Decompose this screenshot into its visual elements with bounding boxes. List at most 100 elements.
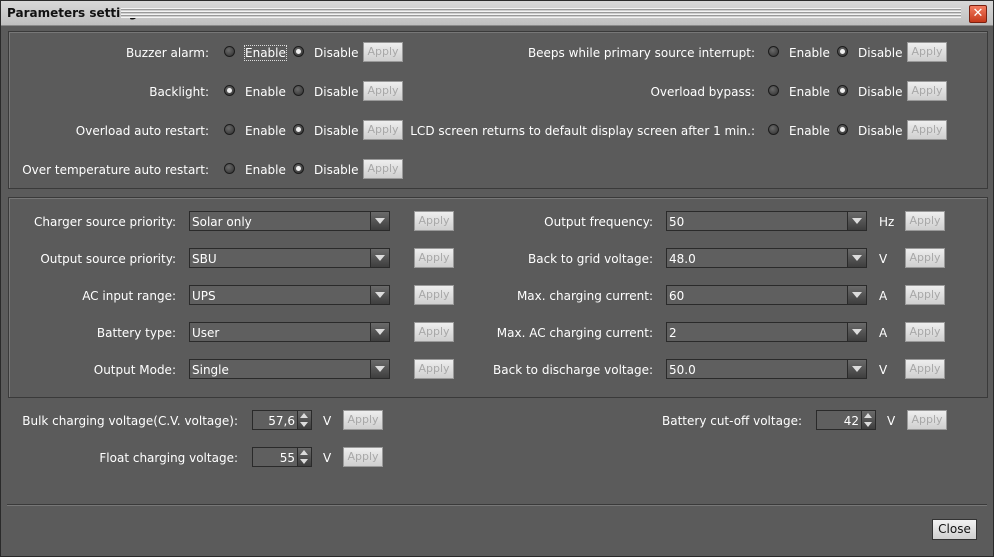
max-charging-current-select[interactable]: 60 <box>666 285 867 305</box>
beeps-primary-source-interrupt-disable-radio[interactable] <box>837 46 848 57</box>
close-icon[interactable]: ✕ <box>969 5 987 23</box>
output-source-priority-select[interactable]: SBU <box>189 248 390 268</box>
chevron-down-icon[interactable] <box>370 360 389 378</box>
window-title: Parameters setting <box>7 6 138 20</box>
max-ac-charging-current-apply-button[interactable]: Apply <box>905 322 945 342</box>
beeps-primary-source-interrupt-enable-radio[interactable] <box>768 46 779 57</box>
output-mode-value: Single <box>192 363 229 377</box>
output-mode-apply-button[interactable]: Apply <box>414 359 454 379</box>
back-to-grid-voltage-value: 48.0 <box>669 252 696 266</box>
spinner-down-icon[interactable] <box>864 422 872 427</box>
output-source-priority-label: Output source priority: <box>40 252 176 266</box>
footer-divider <box>7 504 987 506</box>
beeps-primary-source-interrupt-apply-button[interactable]: Apply <box>907 42 947 62</box>
lcd-screen-return-disable-radio[interactable] <box>837 124 848 135</box>
float-charging-voltage-apply-button[interactable]: Apply <box>343 447 383 467</box>
close-button[interactable]: Close <box>932 519 977 540</box>
spinner-up-icon[interactable] <box>300 450 308 455</box>
overload-auto-restart-enable-radio[interactable] <box>224 124 235 135</box>
back-to-discharge-voltage-unit: V <box>879 363 888 377</box>
battery-cutoff-voltage-spinner[interactable]: 42 <box>816 410 876 430</box>
max-charging-current-apply-button[interactable]: Apply <box>905 285 945 305</box>
spinner-buttons[interactable] <box>297 448 311 466</box>
ac-input-range-select[interactable]: UPS <box>189 285 390 305</box>
spinner-up-icon[interactable] <box>864 413 872 418</box>
spinner-down-icon[interactable] <box>300 422 308 427</box>
overload-bypass-disable-label[interactable]: Disable <box>858 85 903 99</box>
chevron-down-icon[interactable] <box>847 286 866 304</box>
lcd-screen-return-apply-button[interactable]: Apply <box>907 120 947 140</box>
float-charging-voltage-spinner[interactable]: 55 <box>252 447 312 467</box>
float-charging-voltage-value[interactable]: 55 <box>280 451 295 465</box>
overload-bypass-enable-label[interactable]: Enable <box>789 85 830 99</box>
charger-source-priority-apply-button[interactable]: Apply <box>414 211 454 231</box>
beeps-primary-source-interrupt-disable-label[interactable]: Disable <box>858 46 903 60</box>
backlight-disable-radio[interactable] <box>293 85 304 96</box>
charger-source-priority-label: Charger source priority: <box>34 215 176 229</box>
output-mode-select[interactable]: Single <box>189 359 390 379</box>
chevron-down-icon[interactable] <box>370 249 389 267</box>
chevron-down-icon[interactable] <box>370 212 389 230</box>
max-ac-charging-current-select[interactable]: 2 <box>666 322 867 342</box>
over-temperature-auto-restart-label: Over temperature auto restart: <box>22 163 209 177</box>
spinner-buttons[interactable] <box>861 411 875 429</box>
bulk-charging-voltage-unit: V <box>323 414 332 428</box>
back-to-grid-voltage-apply-button[interactable]: Apply <box>905 248 945 268</box>
over-temperature-auto-restart-apply-button[interactable]: Apply <box>363 159 403 179</box>
overload-bypass-enable-radio[interactable] <box>768 85 779 96</box>
overload-bypass-apply-button[interactable]: Apply <box>907 81 947 101</box>
battery-cutoff-voltage-label: Battery cut-off voltage: <box>662 414 802 428</box>
back-to-discharge-voltage-select[interactable]: 50.0 <box>666 359 867 379</box>
bulk-charging-voltage-value[interactable]: 57,6 <box>268 414 295 428</box>
buzzer-alarm-disable-radio[interactable] <box>293 46 304 57</box>
backlight-enable-radio[interactable] <box>224 85 235 96</box>
back-to-discharge-voltage-apply-button[interactable]: Apply <box>905 359 945 379</box>
over-temperature-auto-restart-enable-radio[interactable] <box>224 163 235 174</box>
chevron-down-icon[interactable] <box>847 212 866 230</box>
title-bar[interactable]: Parameters setting ✕ <box>1 1 993 26</box>
chevron-down-icon[interactable] <box>370 323 389 341</box>
chevron-down-icon[interactable] <box>847 249 866 267</box>
over-temperature-auto-restart-enable-label[interactable]: Enable <box>245 163 286 177</box>
battery-type-select[interactable]: User <box>189 322 390 342</box>
charger-source-priority-select[interactable]: Solar only <box>189 211 390 231</box>
battery-cutoff-voltage-value[interactable]: 42 <box>844 414 859 428</box>
overload-auto-restart-disable-radio[interactable] <box>293 124 304 135</box>
output-frequency-select[interactable]: 50 <box>666 211 867 231</box>
battery-type-apply-button[interactable]: Apply <box>414 322 454 342</box>
beeps-primary-source-interrupt-enable-label[interactable]: Enable <box>789 46 830 60</box>
output-frequency-apply-button[interactable]: Apply <box>905 211 945 231</box>
backlight-disable-label[interactable]: Disable <box>314 85 359 99</box>
backlight-enable-label[interactable]: Enable <box>245 85 286 99</box>
buzzer-alarm-enable-radio[interactable] <box>224 46 235 57</box>
chevron-down-icon[interactable] <box>370 286 389 304</box>
overload-bypass-disable-radio[interactable] <box>837 85 848 96</box>
output-mode-label: Output Mode: <box>93 363 176 377</box>
lcd-screen-return-label: LCD screen returns to default display sc… <box>410 124 755 138</box>
overload-auto-restart-apply-button[interactable]: Apply <box>363 120 403 140</box>
chevron-down-icon[interactable] <box>847 360 866 378</box>
buzzer-alarm-disable-label[interactable]: Disable <box>314 46 359 60</box>
back-to-grid-voltage-select[interactable]: 48.0 <box>666 248 867 268</box>
spinner-up-icon[interactable] <box>300 413 308 418</box>
overload-auto-restart-enable-label[interactable]: Enable <box>245 124 286 138</box>
bulk-charging-voltage-spinner[interactable]: 57,6 <box>252 410 312 430</box>
chevron-down-icon[interactable] <box>847 323 866 341</box>
over-temperature-auto-restart-disable-label[interactable]: Disable <box>314 163 359 177</box>
output-frequency-label: Output frequency: <box>544 215 653 229</box>
over-temperature-auto-restart-disable-radio[interactable] <box>293 163 304 174</box>
lcd-screen-return-enable-label[interactable]: Enable <box>789 124 830 138</box>
overload-auto-restart-disable-label[interactable]: Disable <box>314 124 359 138</box>
backlight-apply-button[interactable]: Apply <box>363 81 403 101</box>
spinner-buttons[interactable] <box>297 411 311 429</box>
buzzer-alarm-enable-label[interactable]: Enable <box>244 45 287 61</box>
ac-input-range-apply-button[interactable]: Apply <box>414 285 454 305</box>
buzzer-alarm-apply-button[interactable]: Apply <box>363 42 403 62</box>
output-source-priority-apply-button[interactable]: Apply <box>414 248 454 268</box>
lcd-screen-return-disable-label[interactable]: Disable <box>858 124 903 138</box>
output-frequency-value: 50 <box>669 215 685 229</box>
bulk-charging-voltage-apply-button[interactable]: Apply <box>343 410 383 430</box>
battery-cutoff-voltage-apply-button[interactable]: Apply <box>907 410 947 430</box>
spinner-down-icon[interactable] <box>300 459 308 464</box>
lcd-screen-return-enable-radio[interactable] <box>768 124 779 135</box>
